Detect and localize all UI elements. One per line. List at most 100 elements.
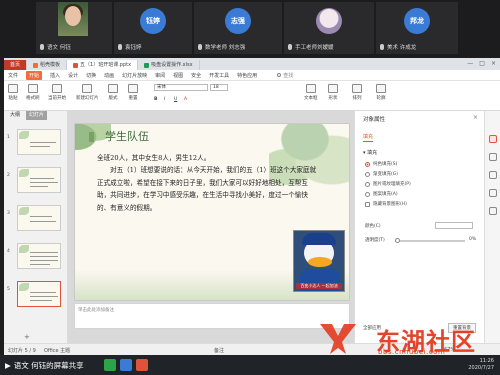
body-paragraph: 全班20人，其中女生8人，男生12人。	[97, 154, 211, 162]
format-painter-button[interactable]: 格式刷	[26, 84, 40, 101]
slide-counter: 幻灯片 5 / 9	[8, 348, 36, 354]
slider-knob[interactable]	[395, 238, 400, 243]
shape-icon	[328, 84, 338, 93]
radio-pattern-fill[interactable]: 图案填充(A)	[365, 191, 398, 197]
menu-animation[interactable]: 动画	[104, 72, 114, 79]
radio-gradient-fill[interactable]: 渐变填充(G)	[365, 171, 398, 177]
menu-slideshow[interactable]: 幻灯片放映	[122, 72, 147, 79]
radio-icon	[365, 191, 370, 197]
menu-bar: 文件 开始 插入 设计 切换 动画 幻灯片放映 审阅 视图 安全 开发工具 特色…	[4, 70, 500, 81]
radio-icon	[365, 181, 370, 187]
participant-tile[interactable]: 志强 数学老师 刘志强	[194, 2, 282, 54]
wps-icon[interactable]	[136, 359, 148, 371]
font-name-select[interactable]: 宋体	[154, 84, 208, 91]
minimize-icon[interactable]: —	[467, 60, 473, 67]
radio-picture-fill[interactable]: 图片或纹理填充(P)	[365, 181, 411, 187]
slide-title[interactable]: 学生队伍	[105, 128, 149, 144]
arrange-icon	[352, 84, 362, 93]
maximize-icon[interactable]: □	[479, 60, 485, 67]
outline-button[interactable]: 轮廓	[376, 84, 386, 101]
radio-icon	[365, 161, 370, 167]
slide-thumb[interactable]	[17, 243, 61, 269]
menu-start[interactable]: 开始	[26, 70, 43, 80]
thumb-number: 1	[7, 135, 10, 140]
avatar: 邦龙	[404, 8, 430, 34]
speaker-icon: ▶	[5, 360, 11, 370]
video-strip: 语文 何钰 钰婷 袁钰婷 志强 数学老师 刘志强 手工老师刘嫒嫒 邦龙 美术 许…	[0, 0, 500, 58]
tab-slides[interactable]: 幻灯片	[26, 111, 48, 120]
participant-tile[interactable]: 邦龙 美术 许成龙	[376, 2, 458, 54]
menu-developer[interactable]: 开发工具	[209, 72, 229, 79]
radio-solid-fill[interactable]: 纯色填充(S)	[365, 161, 397, 167]
photo-image[interactable]: 百变小达人 一起加油	[293, 230, 345, 292]
participant-name: 语文 何钰	[47, 45, 71, 51]
textbox-button[interactable]: 文本框	[304, 84, 318, 101]
transparency-slider[interactable]	[395, 238, 465, 243]
menu-review[interactable]: 审阅	[155, 72, 165, 79]
menu-file[interactable]: 文件	[8, 72, 18, 79]
notes-toggle[interactable]: 备注	[214, 347, 224, 354]
layout-button[interactable]: 版式	[108, 84, 118, 101]
xls-icon	[144, 62, 150, 68]
transition-icon[interactable]	[489, 171, 497, 179]
menu-design[interactable]: 设计	[68, 72, 78, 79]
font-color-button[interactable]: A	[184, 97, 187, 102]
tab-fill[interactable]: 填充	[363, 133, 374, 142]
side-rail	[484, 111, 500, 343]
bold-button[interactable]: B	[154, 97, 157, 102]
slide-thumb[interactable]	[17, 129, 61, 155]
slide-editor: 学生队伍 全班20人，其中女生8人，男生12人。 对五（1）班想要说的话：从今天…	[68, 111, 354, 343]
tab-docer[interactable]: 稻壳模板	[27, 60, 68, 70]
settings-icon[interactable]	[489, 207, 497, 215]
italic-button[interactable]: I	[164, 97, 165, 102]
close-icon[interactable]: ×	[473, 114, 478, 121]
participant-tile-video[interactable]: 语文 何钰	[36, 2, 112, 54]
participant-tile[interactable]: 手工老师刘嫒嫒	[284, 2, 374, 54]
tab-home[interactable]: 首页	[4, 60, 28, 70]
avatar: 钰婷	[140, 8, 166, 34]
slide-thumb[interactable]	[17, 205, 61, 231]
close-icon[interactable]: ×	[491, 60, 496, 67]
mic-icon	[288, 44, 292, 50]
thumb-number: 2	[7, 173, 10, 178]
tab-xlsx[interactable]: 吸盘设置操作.xlsx	[138, 60, 200, 70]
shape-button[interactable]: 形状	[328, 84, 338, 101]
checkbox-hide-bg[interactable]: 隐藏背景图形(H)	[365, 201, 407, 207]
screen-share-banner[interactable]: ▶ 语文 何钰的屏幕共享	[0, 355, 89, 375]
menu-security[interactable]: 安全	[191, 72, 201, 79]
tab-pptx[interactable]: 五（1）班开班课.pptx	[67, 60, 139, 70]
app-icon[interactable]	[120, 359, 132, 371]
participant-tile[interactable]: 钰婷 袁钰婷	[114, 2, 192, 54]
new-slide-icon	[82, 84, 93, 93]
menu-view[interactable]: 视图	[173, 72, 183, 79]
backup-icon[interactable]	[489, 189, 497, 197]
slide-thumb[interactable]	[17, 167, 61, 193]
menu-insert[interactable]: 插入	[50, 72, 60, 79]
slide-thumb-selected[interactable]	[17, 281, 61, 307]
properties-icon[interactable]	[489, 135, 497, 143]
reset-button[interactable]: 重置	[128, 84, 138, 101]
color-picker[interactable]	[435, 222, 473, 229]
ppt-icon	[73, 62, 79, 68]
slide-canvas[interactable]: 学生队伍 全班20人，其中女生8人，男生12人。 对五（1）班想要说的话：从今天…	[74, 123, 350, 301]
panel-title: 对象属性	[363, 117, 386, 123]
paste-button[interactable]: 粘贴	[8, 84, 18, 101]
menu-special[interactable]: 特色应用	[237, 72, 257, 79]
reset-icon	[128, 84, 138, 93]
transparency-value: 0%	[469, 237, 477, 242]
underline-button[interactable]: U	[174, 97, 177, 102]
notes-field[interactable]: 单击此处添加备注	[74, 303, 350, 329]
new-slide-button[interactable]: 新建幻灯片	[76, 84, 99, 101]
fill-section-header[interactable]: ▾ 填充	[363, 149, 377, 156]
wechat-icon[interactable]	[104, 359, 116, 371]
slide-body-text[interactable]: 全班20人，其中女生8人，男生12人。 对五（1）班想要说的话：从今天开始，我们…	[97, 152, 317, 214]
font-size-select[interactable]: 18	[210, 84, 228, 91]
tab-outline[interactable]: 大纲	[10, 111, 20, 120]
search-box[interactable]: 查找	[277, 72, 293, 79]
menu-transition[interactable]: 切换	[86, 72, 96, 79]
from-current-button[interactable]: 当前开始	[48, 84, 66, 101]
arrange-button[interactable]: 排列	[352, 84, 362, 101]
add-slide-button[interactable]: +	[24, 333, 30, 341]
participant-video	[58, 2, 88, 36]
animation-icon[interactable]	[489, 153, 497, 161]
